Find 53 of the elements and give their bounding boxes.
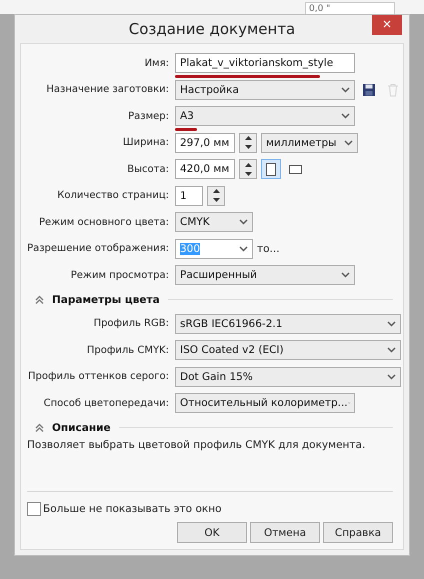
dropdown[interactable]: Dot Gain 15% <box>175 366 401 387</box>
description-text: Позволяет выбрать цветовой профиль CMYK для документа. <box>27 438 366 450</box>
field-label: Размер: <box>127 110 169 122</box>
chevron-icon <box>344 140 353 146</box>
field-label: Разрешение отображения: <box>27 243 169 254</box>
width-field[interactable]: 297,0 мм <box>175 132 235 153</box>
spin-buttons[interactable] <box>239 132 257 153</box>
chevron-icon <box>387 374 396 380</box>
unit-label: то... <box>257 242 280 255</box>
chevron-icon <box>341 86 350 93</box>
dialog-button[interactable]: Справка <box>323 522 393 543</box>
chevron-icon <box>387 347 396 354</box>
field-label: Способ цветопередачи: <box>42 398 169 409</box>
field-label: Высота: <box>126 164 169 175</box>
spin-buttons[interactable] <box>239 159 257 180</box>
checkbox-label: Больше не показывать это окно <box>43 503 222 515</box>
section-title: Описание <box>52 422 111 434</box>
chevron-icon <box>239 219 248 226</box>
window-title: Создание документа <box>128 20 296 38</box>
field-label: Ширина: <box>122 137 169 148</box>
spin-buttons[interactable] <box>207 186 225 206</box>
field-label: Назначение заготовки: <box>45 84 169 96</box>
dialog-button[interactable]: OK <box>177 522 247 543</box>
dropdown[interactable]: CMYK <box>175 212 253 232</box>
chevron-icon <box>341 272 350 278</box>
field-label: Режим просмотра: <box>70 270 169 281</box>
dropdown[interactable]: Расширенный <box>175 265 355 286</box>
height-field[interactable]: 420,0 мм <box>175 159 235 180</box>
background-field: 0,0 " <box>305 2 395 14</box>
dropdown[interactable]: sRGB IEC61966-2.1 <box>175 314 401 334</box>
field-label: Режим основного цвета: <box>38 216 169 228</box>
chevron-icon <box>341 113 350 120</box>
collapse-icon[interactable] <box>35 423 44 432</box>
field-label: Профиль RGB: <box>92 318 169 330</box>
chevron-icon <box>387 320 396 327</box>
portrait-icon[interactable] <box>261 159 281 180</box>
close-button[interactable]: × <box>372 15 402 35</box>
field-label: Количество страниц: <box>56 190 169 202</box>
name-field[interactable]: Plakat_v_viktorianskom_style <box>175 53 355 74</box>
field-label: Имя: <box>144 58 169 69</box>
field-label: Профиль оттенков серого: <box>27 371 169 382</box>
collapse-icon[interactable] <box>35 295 44 304</box>
unit-dropdown[interactable]: миллиметры <box>261 132 358 153</box>
dialog-button[interactable]: Отмена <box>250 522 320 543</box>
dropdown[interactable]: ISO Coated v2 (ECI) <box>175 340 401 360</box>
field-label: Профиль CMYK: <box>86 344 169 356</box>
section-title: Параметры цвета <box>52 294 160 306</box>
checkbox[interactable] <box>27 502 41 516</box>
chevron-icon <box>239 246 248 252</box>
dropdown[interactable]: A3 <box>175 106 355 126</box>
dropdown[interactable]: Относительный колориметр... <box>175 393 355 414</box>
dropdown[interactable]: Настройка <box>175 80 355 100</box>
pages-field[interactable]: 1 <box>175 186 203 206</box>
